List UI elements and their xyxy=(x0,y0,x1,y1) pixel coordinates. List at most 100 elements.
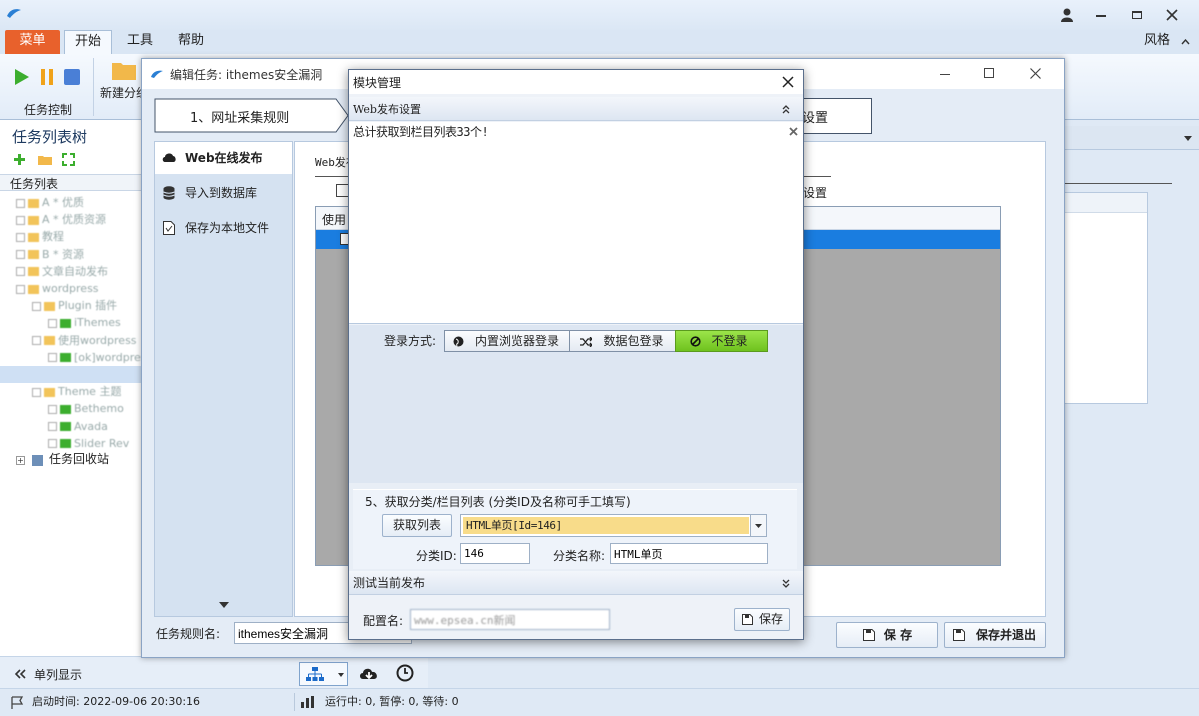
run-status: 运行中: 0, 暂停: 0, 等待: 0 xyxy=(325,695,459,708)
collapse-left-icon[interactable] xyxy=(14,669,26,679)
restore-icon[interactable] xyxy=(1132,11,1142,19)
database-icon xyxy=(163,186,175,200)
tree-item[interactable]: wordpress xyxy=(16,280,99,297)
tab-menu[interactable]: 菜单 xyxy=(5,30,60,54)
side-item-web-publish[interactable]: Web在线发布 xyxy=(185,143,263,173)
tree-item[interactable]: B * 资源 xyxy=(16,246,84,263)
minimize-icon[interactable] xyxy=(1096,15,1106,17)
category-id-input[interactable] xyxy=(460,543,530,564)
folder-icon[interactable] xyxy=(112,60,136,80)
tab-start[interactable]: 开始 xyxy=(64,30,112,54)
add-icon[interactable] xyxy=(13,153,26,166)
task-icon xyxy=(60,439,71,449)
ribbon-tabs: 菜单 开始 工具 帮助 风格 xyxy=(0,30,1199,54)
login-method-segment: 内置浏览器登录 数据包登录 不登录 xyxy=(444,330,769,353)
login-builtin-browser[interactable]: 内置浏览器登录 xyxy=(444,330,570,352)
stop-icon[interactable] xyxy=(64,69,80,85)
test-publish-header[interactable]: 测试当前发布 xyxy=(349,571,803,595)
folder-icon xyxy=(28,250,39,260)
shuffle-icon xyxy=(580,337,592,347)
clear-icon[interactable] xyxy=(789,127,798,136)
side-item-save-local[interactable]: 保存为本地文件 xyxy=(185,213,269,243)
new-group-button[interactable]: 新建分组 xyxy=(100,84,144,101)
expander-icon[interactable]: + xyxy=(16,455,25,465)
tree-item[interactable]: Theme 主题 xyxy=(32,383,121,400)
log-text: 总计获取到栏目列表33个! xyxy=(353,125,489,139)
scroll-down-icon[interactable] xyxy=(219,602,229,608)
chevron-down-icon[interactable] xyxy=(1184,136,1192,141)
modal-save-button[interactable]: 保存 xyxy=(734,608,790,631)
folder-icon xyxy=(44,301,55,311)
minimize-icon[interactable] xyxy=(940,74,950,75)
tree-item[interactable]: 教程 xyxy=(16,228,64,245)
expander-icon[interactable] xyxy=(16,232,25,242)
expander-icon[interactable] xyxy=(16,250,25,260)
clock-icon[interactable] xyxy=(396,664,414,682)
tree-item[interactable]: [ok]wordpress xyxy=(48,349,152,366)
login-none[interactable]: 不登录 xyxy=(675,330,768,352)
expander-icon[interactable] xyxy=(48,439,57,449)
single-column-toggle[interactable]: 单列显示 xyxy=(34,666,82,683)
expander-icon[interactable] xyxy=(32,301,41,311)
expander-icon[interactable] xyxy=(16,267,25,277)
category-name-input[interactable] xyxy=(610,543,768,564)
expander-icon[interactable] xyxy=(48,404,57,414)
tree-item[interactable]: Plugin 插件 xyxy=(32,297,117,314)
tree-item[interactable]: A * 优质资源 xyxy=(16,211,106,228)
config-name-label: 配置名: xyxy=(363,614,404,628)
tab-tools[interactable]: 工具 xyxy=(116,30,164,54)
expander-icon[interactable] xyxy=(16,198,25,208)
play-icon[interactable] xyxy=(14,68,30,86)
style-menu[interactable]: 风格 xyxy=(1138,30,1176,54)
tree-item[interactable]: Avada xyxy=(48,418,108,435)
save-and-exit-button[interactable]: 保存并退出 xyxy=(944,622,1046,648)
close-icon[interactable] xyxy=(1030,68,1041,79)
tree-view-dropdown[interactable] xyxy=(299,662,348,686)
expander-icon[interactable] xyxy=(32,387,41,397)
expand-icon[interactable] xyxy=(62,153,75,166)
tree-item[interactable]: Bethemo xyxy=(48,400,124,417)
module-manager-dialog: 模块管理 Web发布设置 总计获取到栏目列表33个! 登录方式: 内置浏览器登录… xyxy=(348,69,804,640)
web-publish-settings-header[interactable]: Web发布设置 xyxy=(349,97,803,121)
start-time: 启动时间: 2022-09-06 20:30:16 xyxy=(32,695,201,708)
log-area: 总计获取到栏目列表33个! xyxy=(349,122,803,324)
expander-icon[interactable] xyxy=(16,284,25,294)
chevron-up-icon[interactable] xyxy=(1181,39,1190,45)
folder-add-icon[interactable] xyxy=(38,154,52,165)
tree-item-label: 教程 xyxy=(42,230,64,244)
user-icon[interactable] xyxy=(1060,8,1074,22)
tree-item[interactable]: A * 优质 xyxy=(16,194,84,211)
expander-icon[interactable] xyxy=(48,422,57,432)
expander-icon[interactable] xyxy=(16,215,25,225)
expand-down-icon[interactable] xyxy=(782,579,790,588)
tree-item[interactable]: Slider Rev xyxy=(48,435,129,452)
save-button[interactable]: 保 存 xyxy=(836,622,938,648)
category-section: 5、获取分类/栏目列表 (分类ID及名称可手工填写) 获取列表 HTML单页[I… xyxy=(349,483,803,571)
expander-icon[interactable] xyxy=(32,336,41,346)
folder-icon xyxy=(28,267,39,277)
cloud-download-icon[interactable] xyxy=(358,664,380,682)
expander-icon[interactable] xyxy=(48,318,57,328)
tree-item[interactable]: iThemes xyxy=(48,314,121,331)
config-name-input[interactable] xyxy=(410,609,610,630)
tree-item-label: iThemes xyxy=(74,316,121,330)
side-item-import-db[interactable]: 导入到数据库 xyxy=(185,178,257,208)
tree-item[interactable]: 使用wordpress xyxy=(32,332,137,349)
ribbon-group-label: 任务控制 xyxy=(24,103,73,117)
ban-icon xyxy=(690,336,701,347)
fetch-list-button[interactable]: 获取列表 xyxy=(382,514,452,537)
close-icon[interactable] xyxy=(782,76,794,88)
tree-item-label: A * 优质资源 xyxy=(42,213,107,227)
maximize-icon[interactable] xyxy=(984,68,994,78)
close-icon[interactable] xyxy=(1166,9,1178,21)
collapse-up-icon[interactable] xyxy=(782,105,790,114)
pause-icon[interactable] xyxy=(40,68,54,86)
tree-item-recycle[interactable]: + 任务回收站 xyxy=(16,451,109,468)
login-packet[interactable]: 数据包登录 xyxy=(569,330,676,352)
file-icon xyxy=(163,221,175,235)
expander-icon[interactable] xyxy=(48,353,57,363)
tab-help[interactable]: 帮助 xyxy=(166,30,216,54)
tree-item[interactable]: 文章自动发布 xyxy=(16,263,108,280)
folder-icon xyxy=(28,284,39,294)
category-select[interactable]: HTML单页[Id=146] xyxy=(460,514,767,537)
